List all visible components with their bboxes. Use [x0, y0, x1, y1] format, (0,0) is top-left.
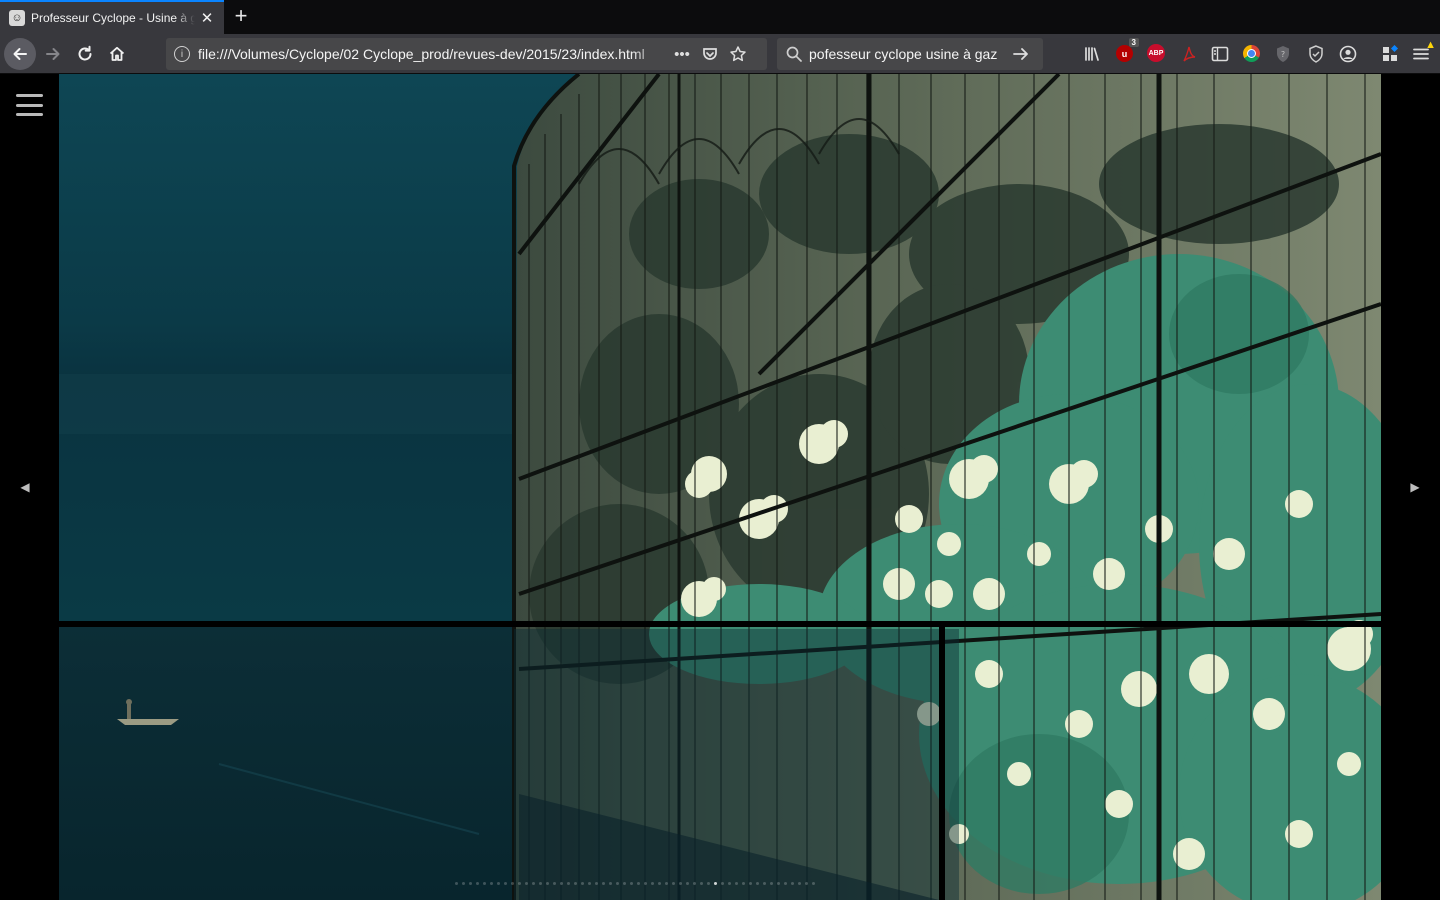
site-info-icon[interactable]: i: [174, 46, 190, 62]
pagination-dot[interactable]: [672, 882, 675, 885]
page-actions-icon[interactable]: •••: [668, 40, 696, 68]
pagination-dot[interactable]: [497, 882, 500, 885]
pagination-dot[interactable]: [686, 882, 689, 885]
search-input[interactable]: [809, 42, 1009, 66]
pagination-dot[interactable]: [511, 882, 514, 885]
pagination-dot[interactable]: [749, 882, 752, 885]
search-icon: [785, 45, 803, 63]
forward-button[interactable]: [37, 38, 69, 70]
back-button[interactable]: [4, 38, 36, 70]
cyclope-favicon-icon: ☺: [9, 10, 25, 26]
chrome-extension-icon[interactable]: [1243, 45, 1260, 62]
pagination-dot[interactable]: [462, 882, 465, 885]
pagination-dot[interactable]: [812, 882, 815, 885]
close-tab-icon[interactable]: ✕: [199, 10, 215, 27]
chevron-left-icon[interactable]: ◀: [18, 478, 32, 496]
url-text[interactable]: file:///Volumes/Cyclope/02 Cyclope_prod/…: [198, 46, 668, 62]
adblock-plus-icon[interactable]: ABP: [1147, 44, 1165, 62]
search-go-icon[interactable]: [1009, 42, 1033, 66]
pagination-dot[interactable]: [658, 882, 661, 885]
pagination-dot[interactable]: [651, 882, 654, 885]
pagination-dot[interactable]: [525, 882, 528, 885]
pagination-dot[interactable]: [770, 882, 773, 885]
pagination-dot[interactable]: [798, 882, 801, 885]
app-menu-icon[interactable]: ▲: [1410, 39, 1436, 65]
pagination-dot[interactable]: [665, 882, 668, 885]
greenhouse-illustration: [59, 74, 1381, 900]
hamburger-menu-icon[interactable]: [16, 94, 43, 116]
pagination-dot[interactable]: [728, 882, 731, 885]
arrow-left-icon: [13, 48, 27, 60]
extensions-icon[interactable]: [1379, 43, 1401, 65]
pagination-dot[interactable]: [742, 882, 745, 885]
pagination-dot[interactable]: [693, 882, 696, 885]
privacy-badger-icon[interactable]: ?: [1272, 43, 1294, 65]
pagination-dot[interactable]: [483, 882, 486, 885]
arrow-right-icon: [46, 48, 60, 60]
pagination-dot[interactable]: [609, 882, 612, 885]
navigation-toolbar: i file:///Volumes/Cyclope/02 Cyclope_pro…: [0, 34, 1440, 74]
library-icon[interactable]: [1081, 43, 1103, 65]
pagination-dot[interactable]: [616, 882, 619, 885]
pagination-dot[interactable]: [721, 882, 724, 885]
sidebar-icon[interactable]: [1209, 43, 1231, 65]
tab-strip: ☺ Professeur Cyclope - Usine à gaz ✕ +: [0, 0, 1440, 34]
pagination-dot[interactable]: [588, 882, 591, 885]
pagination-dot[interactable]: [469, 882, 472, 885]
pagination-dot[interactable]: [574, 882, 577, 885]
pagination-dot[interactable]: [567, 882, 570, 885]
page-viewport: ◀ ▶: [0, 74, 1440, 900]
chevron-right-icon[interactable]: ▶: [1408, 478, 1422, 496]
pagination-dot[interactable]: [679, 882, 682, 885]
reload-button[interactable]: [69, 38, 101, 70]
pagination-dot[interactable]: [455, 882, 458, 885]
pagination-dot[interactable]: [707, 882, 710, 885]
pagination-dot[interactable]: [637, 882, 640, 885]
search-bar[interactable]: [777, 38, 1043, 70]
pagination-dot[interactable]: [546, 882, 549, 885]
tab-professeur-cyclope[interactable]: ☺ Professeur Cyclope - Usine à gaz ✕: [0, 0, 224, 34]
reload-icon: [78, 45, 92, 61]
pagination-dot[interactable]: [791, 882, 794, 885]
pagination-dot[interactable]: [595, 882, 598, 885]
account-icon[interactable]: [1337, 43, 1359, 65]
home-icon: [109, 46, 125, 61]
page-pagination[interactable]: [455, 882, 815, 885]
pagination-dot[interactable]: [553, 882, 556, 885]
pdf-extension-icon[interactable]: [1178, 43, 1200, 65]
svg-text:?: ?: [1281, 50, 1285, 59]
pagination-dot[interactable]: [490, 882, 493, 885]
pagination-dot[interactable]: [539, 882, 542, 885]
tab-title: Professeur Cyclope - Usine à gaz: [31, 11, 195, 25]
pagination-dot[interactable]: [560, 882, 563, 885]
pagination-dot[interactable]: [602, 882, 605, 885]
ublock-origin-icon[interactable]: u3: [1116, 38, 1139, 62]
pagination-dot[interactable]: [532, 882, 535, 885]
pagination-dot[interactable]: [700, 882, 703, 885]
pagination-dot[interactable]: [581, 882, 584, 885]
pagination-dot[interactable]: [476, 882, 479, 885]
pocket-icon[interactable]: [696, 40, 724, 68]
pagination-dot[interactable]: [518, 882, 521, 885]
shield-icon[interactable]: [1305, 43, 1327, 65]
ublock-badge: 3: [1128, 38, 1139, 47]
pagination-dot[interactable]: [504, 882, 507, 885]
pagination-dot[interactable]: [784, 882, 787, 885]
pagination-dot[interactable]: [735, 882, 738, 885]
new-tab-button[interactable]: +: [230, 3, 252, 28]
bookmark-star-icon[interactable]: [724, 40, 752, 68]
pagination-dot[interactable]: [630, 882, 633, 885]
pagination-dot[interactable]: [756, 882, 759, 885]
pagination-dot[interactable]: [777, 882, 780, 885]
pagination-dot[interactable]: [714, 882, 717, 885]
update-warning-icon: ▲: [1425, 39, 1436, 51]
home-button[interactable]: [101, 38, 133, 70]
address-bar[interactable]: i file:///Volumes/Cyclope/02 Cyclope_pro…: [166, 38, 767, 70]
pagination-dot[interactable]: [763, 882, 766, 885]
pagination-dot[interactable]: [805, 882, 808, 885]
pagination-dot[interactable]: [623, 882, 626, 885]
pagination-dot[interactable]: [644, 882, 647, 885]
